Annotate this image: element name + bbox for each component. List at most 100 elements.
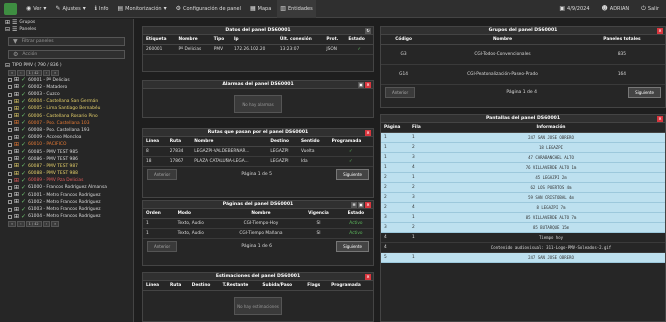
expand-icon[interactable]: ⊞: [14, 113, 19, 119]
table-row[interactable]: 1 Texto, Audio CGI-Tiempo-Hoy SI Activo: [143, 218, 373, 229]
checkbox[interactable]: [8, 193, 12, 198]
sidebar-panel-item[interactable]: ⊞ ✓ 60010 - PACIFICO: [0, 141, 133, 148]
table-row[interactable]: 3 2 85 BUTARQUE 15m: [381, 222, 665, 233]
filter-input[interactable]: ▼ Filtrar paneles: [8, 37, 125, 47]
sidebar-panel-item[interactable]: ⊞ ✓ 61002 - Metro Francos Rodríguez: [0, 199, 133, 206]
table-row[interactable]: 5 1 247 SAN JOSE OBRERO: [381, 252, 665, 263]
table-row[interactable]: 2 3 59 SAN CRISTOBAL 4m: [381, 192, 665, 203]
menu-info[interactable]: ℹ Info: [92, 0, 112, 18]
expand-icon[interactable]: ⊞: [14, 105, 19, 112]
close-icon[interactable]: ×: [365, 274, 371, 280]
table-row[interactable]: 1 4 76 VILLAVERDE ALTO 1m: [381, 162, 665, 173]
table-row[interactable]: 1 1 247 SAN JOSE OBRERO: [381, 132, 665, 143]
expand-icon[interactable]: ⊞: [14, 199, 19, 205]
checkbox[interactable]: [8, 114, 12, 119]
pager-prev[interactable]: ‹: [17, 70, 25, 77]
expand-icon[interactable]: ⊞: [14, 184, 19, 191]
expand-icon[interactable]: ⊞: [14, 141, 19, 148]
checkbox[interactable]: [8, 171, 12, 176]
sidebar-panel-item[interactable]: ⊞ ✓ 60009 - Acceso Moncloa: [0, 134, 133, 141]
sidebar-panel-item[interactable]: ⊞ ✓ 60086 - PMV TEST 986: [0, 156, 133, 163]
expand-icon[interactable]: ⊞: [14, 149, 19, 155]
table-row[interactable]: 248 LEGAZPI 7m: [381, 202, 665, 213]
pager-last[interactable]: »: [51, 220, 60, 227]
table-row[interactable]: 2 2 62 LOS PUERTOS 4m: [381, 182, 665, 193]
sidebar-panel-item[interactable]: ⊞ ✓ 60087 - PMV TEST 987: [0, 163, 133, 170]
pager-last[interactable]: »: [51, 70, 60, 77]
user-menu[interactable]: ☻ ADRIAN: [599, 0, 633, 18]
checkbox[interactable]: [8, 207, 12, 212]
expand-icon[interactable]: ⊞: [5, 19, 10, 26]
sidebar-panel-item[interactable]: ⊞ ✓ 60004 - Castellana San Germán: [0, 98, 133, 105]
menu-entidades[interactable]: ▥ Entidades: [277, 0, 316, 18]
sidebar-panel-item[interactable]: ⊞ ✓ 61004 - Metro Francos Rodríguez: [0, 213, 133, 220]
sidebar-panel-item[interactable]: ⊞ ✓ 60085 - PMV TEST 985: [0, 148, 133, 155]
sidebar-panel-item[interactable]: ⊞ ✓ 60005 - Lima Santiago Bernabéu: [0, 105, 133, 112]
sidebar-panel-item[interactable]: ⊞ ✓ 61000 - Francos Rodríguez Almansa: [0, 184, 133, 191]
expand-icon[interactable]: ⊞: [14, 84, 19, 90]
checkbox[interactable]: [8, 150, 12, 155]
expand-icon[interactable]: ⊞: [14, 206, 19, 213]
menu-monitorizacion[interactable]: ▤ Monitorización ▾: [114, 0, 169, 18]
prev-button[interactable]: Anterior: [385, 86, 416, 98]
checkbox[interactable]: [8, 185, 12, 190]
expand-icon[interactable]: ⊞: [14, 163, 19, 169]
logout-button[interactable]: ⏻ Salir: [638, 0, 662, 18]
expand-icon[interactable]: ⊞: [14, 134, 19, 141]
checkbox[interactable]: [8, 178, 12, 183]
table-row[interactable]: 3 1 85 VILLAVERDE ALTO 7m: [381, 212, 665, 223]
tree-node-tipo-pmv[interactable]: ⊟ TIPO PMV ( 790 / 836 ): [0, 62, 133, 69]
table-row[interactable]: 1 3 47 CARABANCHEL ALTO: [381, 152, 665, 163]
pager-first[interactable]: «: [8, 70, 17, 77]
sidebar-panel-item[interactable]: ⊞ ✓ 60089 - PMV Pza Delicias: [0, 177, 133, 184]
prev-button[interactable]: Anterior: [147, 168, 178, 180]
expand-icon[interactable]: ⊞: [14, 156, 19, 162]
table-row[interactable]: 4 Contenido audiovisual: 311-Logo-PMV-Sol…: [381, 242, 665, 253]
table-row[interactable]: 18 17867 PLAZA CATALUÑA-LEGA... LEGAZPI …: [143, 156, 373, 167]
table-row[interactable]: G14 CGI-Peatonalización-Paseo-Prado 164: [381, 64, 665, 85]
table-row[interactable]: 8 27834 LEGAZPI-VALDEBERNAR... LEGAZPI V…: [143, 146, 373, 157]
tree-node-grupos[interactable]: ⊞ ☰ Grupos: [0, 19, 133, 26]
checkbox[interactable]: [8, 92, 12, 97]
next-button[interactable]: Siguiente: [336, 240, 369, 252]
window-icon[interactable]: ▣: [358, 82, 364, 88]
sidebar-panel-item[interactable]: ⊞ ✓ 61003 - Metro Francos Rodríguez: [0, 206, 133, 213]
next-button[interactable]: Siguiente: [628, 86, 661, 98]
sidebar-panel-item[interactable]: ⊞ ✓ 60007 - Pso. Castellana 103: [0, 120, 133, 127]
table-row[interactable]: 2 1 45 LEGAZPI 2m: [381, 172, 665, 183]
sidebar-panel-item[interactable]: ⊞ ✓ 60008 - Pso. Castellana 193: [0, 127, 133, 134]
checkbox[interactable]: [8, 121, 12, 126]
pager-next[interactable]: ›: [42, 70, 51, 77]
sidebar-panel-item[interactable]: ⊞ ✓ 60001 - Pº Delicias: [0, 77, 133, 84]
checkbox[interactable]: [8, 157, 12, 162]
checkbox[interactable]: [8, 78, 12, 83]
close-icon[interactable]: ×: [365, 82, 371, 88]
list-icon[interactable]: ≡: [351, 202, 357, 208]
actions-dropdown[interactable]: ⚙ Acción: [8, 50, 125, 60]
table-row[interactable]: 1 Texto, Audio CGI-Tiempo Mañana SI Acti…: [143, 228, 373, 239]
menu-ver[interactable]: ◉ Ver ▾: [23, 0, 49, 18]
expand-icon[interactable]: ⊞: [14, 170, 19, 177]
expand-icon[interactable]: ⊞: [14, 213, 19, 220]
pager-prev[interactable]: ‹: [17, 220, 25, 227]
checkbox[interactable]: [8, 99, 12, 104]
expand-icon[interactable]: ⊞: [14, 98, 19, 105]
sidebar-panel-item[interactable]: ⊞ ✓ 60002 - Matadero: [0, 84, 133, 91]
checkbox[interactable]: [8, 128, 12, 133]
close-icon[interactable]: ×: [657, 116, 663, 122]
menu-ajustes[interactable]: ✎ Ajustes ▾: [52, 0, 88, 18]
sidebar-panel-item[interactable]: ⊞ ✓ 60088 - PMV TEST 988: [0, 170, 133, 177]
menu-mapa[interactable]: ▦ Mapa: [247, 0, 274, 18]
collapse-icon[interactable]: ⊟: [5, 62, 10, 69]
menu-configuracion-panel[interactable]: ⚙ Configuración de panel: [173, 0, 244, 18]
close-icon[interactable]: ×: [657, 28, 663, 34]
pager-first[interactable]: «: [8, 220, 17, 227]
window-icon[interactable]: ▣: [358, 202, 364, 208]
sidebar-panel-item[interactable]: ⊞ ✓ 61001 - Metro Francos Rodríguez: [0, 192, 133, 199]
table-row[interactable]: G3 CGI-Todos-Convencionales 835: [381, 44, 665, 65]
checkbox[interactable]: [8, 135, 12, 140]
expand-icon[interactable]: ⊞: [14, 192, 19, 198]
checkbox[interactable]: [8, 142, 12, 147]
close-icon[interactable]: ×: [365, 130, 371, 136]
sidebar-panel-item[interactable]: ⊞ ✓ 60006 - Castellana Rosario Pino: [0, 113, 133, 120]
